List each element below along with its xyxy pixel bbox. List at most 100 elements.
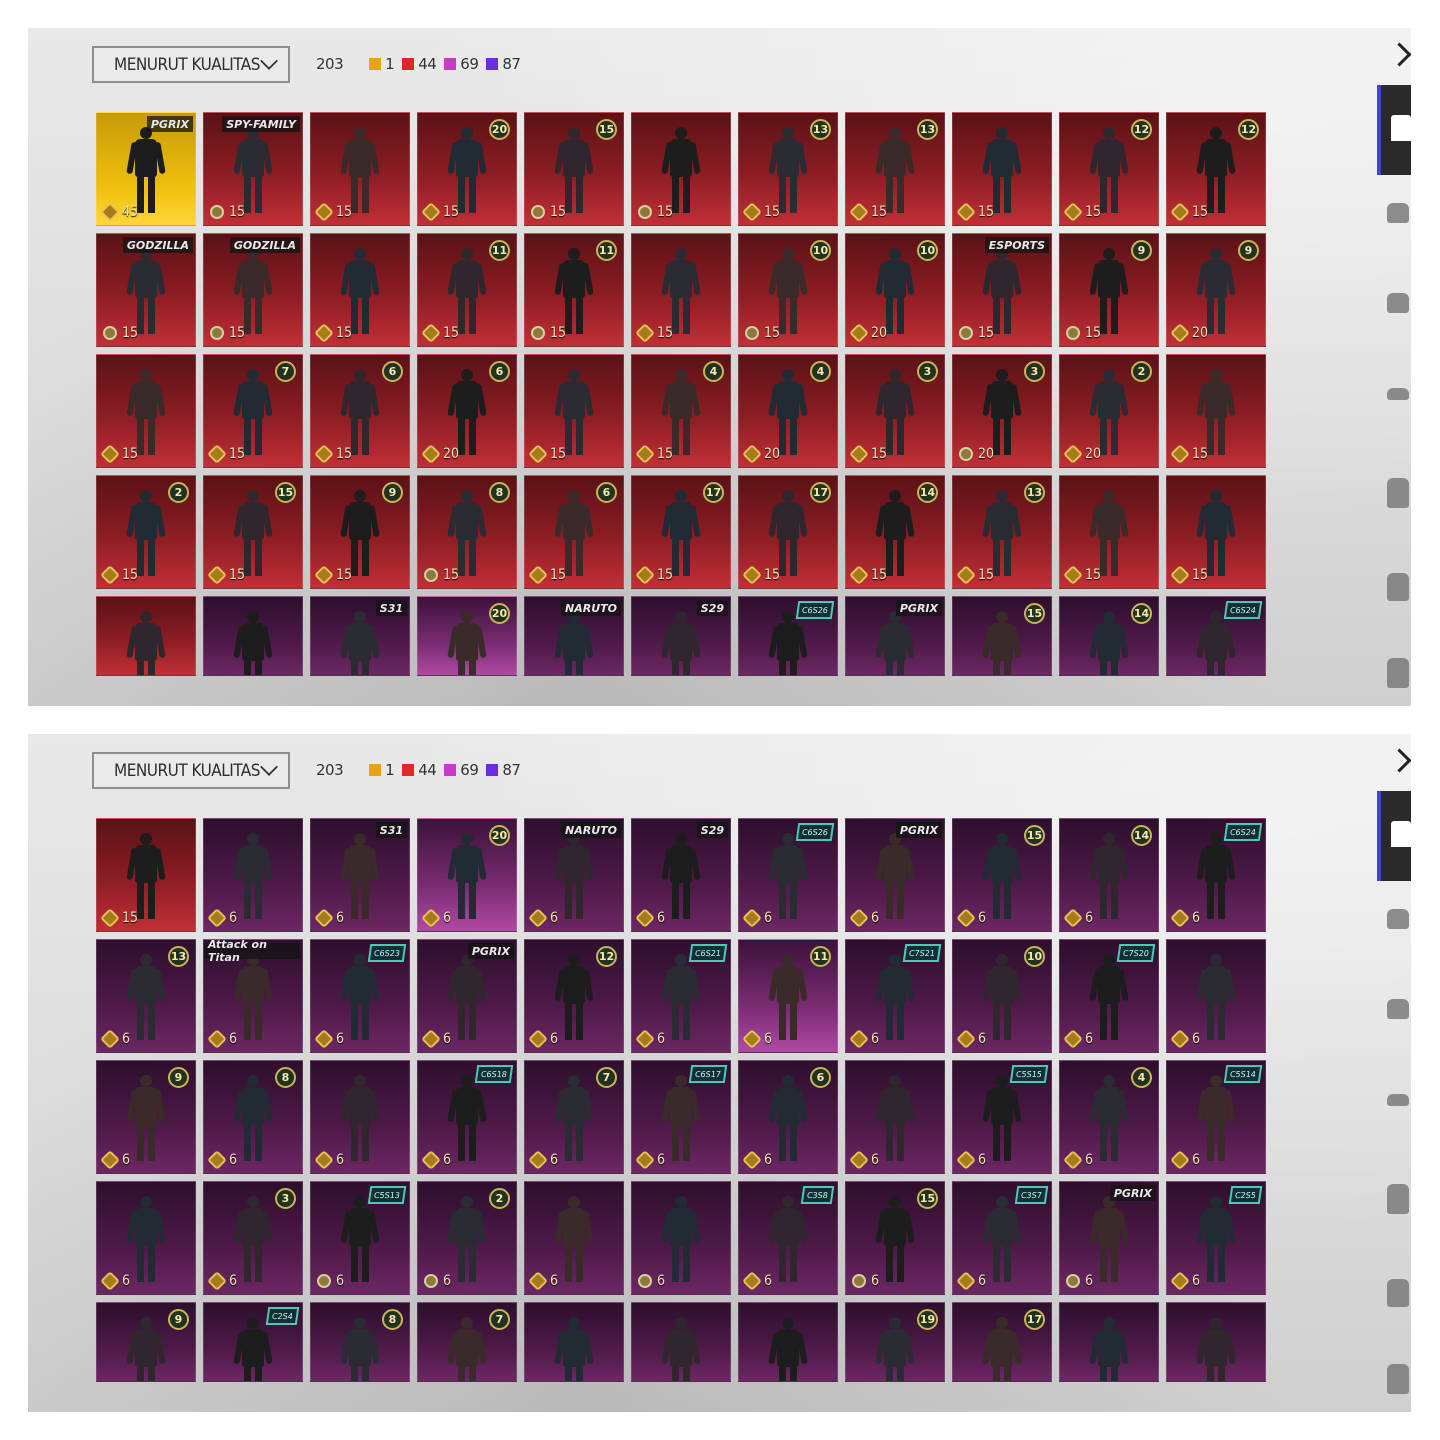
outfit-tile[interactable]: PGRIX 6 xyxy=(845,818,945,932)
outfit-tile[interactable]: 11 15 xyxy=(524,233,624,347)
backpack-icon[interactable] xyxy=(1387,658,1409,688)
outfit-tile[interactable]: 46 xyxy=(1059,1060,1159,1174)
outfit-tile[interactable]: C5S13 6 xyxy=(310,1181,410,1295)
outfit-tile[interactable]: 15 xyxy=(96,818,196,932)
outfit-tile[interactable]: 20 6 xyxy=(417,818,517,932)
close-chevron-icon[interactable] xyxy=(1389,744,1409,778)
outfit-tile[interactable]: C5S14 6 xyxy=(1166,1060,1266,1174)
mask-icon[interactable] xyxy=(1387,1184,1409,1214)
outfit-tile[interactable]: 6 15 xyxy=(310,354,410,468)
outfit-tile[interactable]: C6S23 6 xyxy=(310,939,410,1053)
outfit-tile[interactable]: 3 20 xyxy=(952,354,1052,468)
outfit-tile[interactable]: C7S21 6 xyxy=(845,939,945,1053)
outfit-tile[interactable]: 15 xyxy=(631,233,731,347)
outfit-tile[interactable]: 19 xyxy=(845,1302,945,1382)
outfit-tile[interactable]: 20 xyxy=(417,596,517,676)
outfit-tile[interactable]: 36 xyxy=(203,1181,303,1295)
outfit-tile[interactable]: 96 xyxy=(96,1060,196,1174)
outfit-tile[interactable]: 8 15 xyxy=(417,475,517,589)
jacket-icon[interactable] xyxy=(1387,1279,1409,1307)
outfit-tile[interactable]: 10 15 xyxy=(738,233,838,347)
outfit-tile[interactable]: 11 15 xyxy=(417,233,517,347)
outfit-tile[interactable]: 66 xyxy=(738,1060,838,1174)
outfit-tile[interactable] xyxy=(738,1302,838,1382)
outfit-tile[interactable]: C3S7 6 xyxy=(952,1181,1052,1295)
backpack-icon[interactable] xyxy=(1387,1364,1409,1394)
outfit-tile[interactable] xyxy=(524,1302,624,1382)
outfit-tile[interactable]: 15 6 xyxy=(952,818,1052,932)
outfit-tile[interactable]: 13 6 xyxy=(96,939,196,1053)
outfit-tile[interactable]: 3 15 xyxy=(845,354,945,468)
outfit-tile[interactable]: C7S20 6 xyxy=(1059,939,1159,1053)
outfit-tile[interactable]: 15 6 xyxy=(845,1181,945,1295)
helmet-icon[interactable] xyxy=(1387,909,1409,929)
outfit-tile[interactable]: 13 15 xyxy=(952,475,1052,589)
outfit-tile[interactable]: C2S4 xyxy=(203,1302,303,1382)
outfit-tile[interactable]: 20 15 xyxy=(417,112,517,226)
outfit-tile[interactable]: 15 xyxy=(524,354,624,468)
outfit-tile[interactable]: 10 20 xyxy=(845,233,945,347)
outfit-tile[interactable]: 4 20 xyxy=(738,354,838,468)
helmet-icon[interactable] xyxy=(1387,203,1409,223)
outfit-tile[interactable]: PGRIX 6 xyxy=(417,939,517,1053)
outfit-tile[interactable]: 26 xyxy=(417,1181,517,1295)
outfit-tile[interactable] xyxy=(96,596,196,676)
outfit-tile[interactable]: 17 xyxy=(952,1302,1052,1382)
close-chevron-icon[interactable] xyxy=(1389,38,1409,72)
outfit-tile[interactable]: 86 xyxy=(203,1060,303,1174)
sort-dropdown[interactable]: MENURUT KUALITAS xyxy=(92,752,290,789)
outfit-tile[interactable]: 6 15 xyxy=(524,475,624,589)
outfit-tile[interactable]: 6 20 xyxy=(417,354,517,468)
outfit-tile[interactable]: 15 15 xyxy=(203,475,303,589)
outfit-tile[interactable]: 11 6 xyxy=(738,939,838,1053)
outfit-tile[interactable]: C6S26 6 xyxy=(738,818,838,932)
outfit-tile[interactable]: C6S24 xyxy=(1166,596,1266,676)
outfit-tile[interactable]: 2 20 xyxy=(1059,354,1159,468)
outfit-tile[interactable]: C6S21 6 xyxy=(631,939,731,1053)
outfit-tile[interactable]: GODZILLA 15 xyxy=(96,233,196,347)
outfit-tile[interactable]: 6 xyxy=(310,1060,410,1174)
outfit-tile[interactable]: S29 xyxy=(631,596,731,676)
outfit-tile[interactable]: 9 xyxy=(96,1302,196,1382)
outfit-tile[interactable]: 15 xyxy=(631,112,731,226)
outfit-tile[interactable] xyxy=(203,596,303,676)
outfit-tile[interactable]: 15 xyxy=(310,233,410,347)
outfit-tile[interactable]: C6S26 xyxy=(738,596,838,676)
outfit-tile[interactable]: 76 xyxy=(524,1060,624,1174)
outfit-tile[interactable]: PGRIX 45 xyxy=(96,112,196,226)
outfit-tile[interactable]: 12 6 xyxy=(524,939,624,1053)
outfit-tile[interactable]: 9 20 xyxy=(1166,233,1266,347)
outfit-tile[interactable] xyxy=(1166,1302,1266,1382)
outfit-tile[interactable]: C3S8 6 xyxy=(738,1181,838,1295)
outfit-tile[interactable]: 12 15 xyxy=(1059,112,1159,226)
outfit-tile[interactable]: 6 xyxy=(524,1181,624,1295)
outfit-tile[interactable]: 13 15 xyxy=(845,112,945,226)
outfit-tile[interactable] xyxy=(631,1302,731,1382)
outfit-tile[interactable]: 15 xyxy=(96,354,196,468)
outfit-tile[interactable]: 17 15 xyxy=(631,475,731,589)
outfit-tile[interactable]: S31 xyxy=(310,596,410,676)
outfit-tile[interactable]: 14 xyxy=(1059,596,1159,676)
outfit-tile[interactable]: 15 xyxy=(1166,475,1266,589)
outfit-tile[interactable]: 6 xyxy=(631,1181,731,1295)
outfit-tile[interactable]: 2 15 xyxy=(96,475,196,589)
outfit-tile[interactable]: 17 15 xyxy=(738,475,838,589)
goggles-icon[interactable] xyxy=(1387,1094,1409,1106)
outfit-tile[interactable]: 9 15 xyxy=(1059,233,1159,347)
outfit-tile[interactable]: SPY-FAMILY 15 xyxy=(203,112,303,226)
outfit-tile[interactable]: C6S17 6 xyxy=(631,1060,731,1174)
outfit-tile[interactable]: 6 xyxy=(96,1181,196,1295)
outfit-tile[interactable]: 12 15 xyxy=(1166,112,1266,226)
outfit-tile[interactable] xyxy=(1059,1302,1159,1382)
outfit-tile[interactable]: C2S5 6 xyxy=(1166,1181,1266,1295)
outfit-tile[interactable]: Attack on Titan 6 xyxy=(203,939,303,1053)
outfit-tile[interactable]: C6S18 6 xyxy=(417,1060,517,1174)
outfit-tile[interactable]: C6S24 6 xyxy=(1166,818,1266,932)
goggles-icon[interactable] xyxy=(1387,388,1409,400)
outfit-tile[interactable]: 15 xyxy=(310,112,410,226)
cap-icon[interactable] xyxy=(1387,999,1409,1019)
outfit-tile[interactable]: PGRIX xyxy=(845,596,945,676)
outfit-tile[interactable]: PGRIX 6 xyxy=(1059,1181,1159,1295)
outfit-tile[interactable]: 8 xyxy=(310,1302,410,1382)
category-outfit-tab[interactable] xyxy=(1377,85,1411,175)
